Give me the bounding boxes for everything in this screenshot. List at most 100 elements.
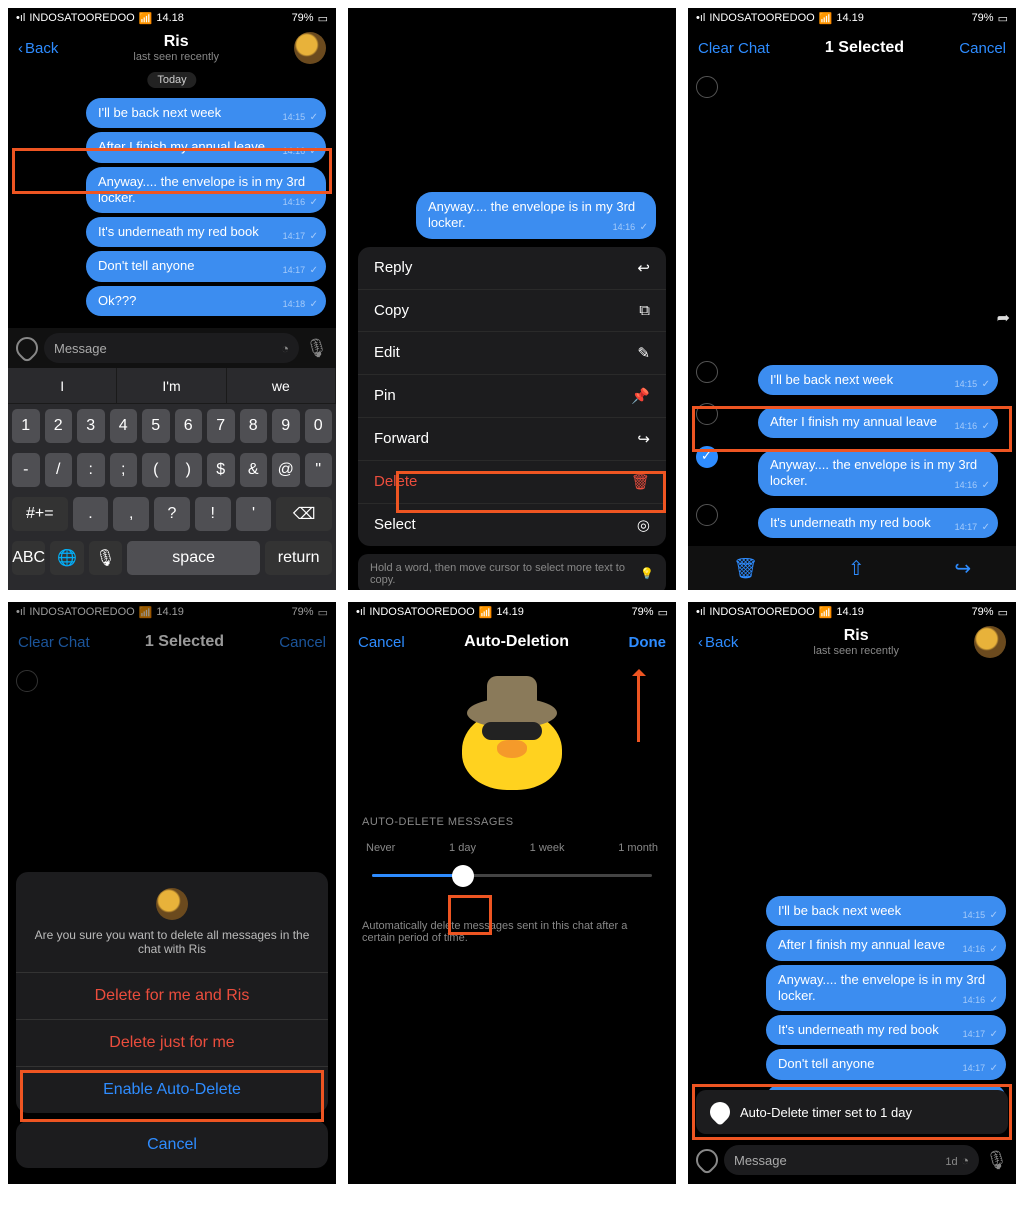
key-globe[interactable]: 🌐 bbox=[50, 541, 83, 575]
avatar[interactable] bbox=[974, 626, 1006, 658]
ctx-copy[interactable]: Copy⧉ bbox=[358, 290, 666, 332]
message-input[interactable]: Message ◔ bbox=[44, 333, 299, 363]
message-bubble[interactable]: I'll be back next week14:15 ✓ bbox=[758, 365, 998, 395]
key[interactable]: ! bbox=[195, 497, 231, 531]
selectable-row[interactable]: It's underneath my red book14:17 ✓ bbox=[688, 502, 1016, 544]
clear-chat-button[interactable]: Clear Chat bbox=[698, 40, 770, 57]
mic-icon[interactable]: 🎙 bbox=[305, 338, 328, 359]
sheet-cancel[interactable]: Cancel bbox=[16, 1121, 328, 1168]
key[interactable]: 5 bbox=[142, 409, 170, 443]
ctx-select[interactable]: Select◎ bbox=[358, 504, 666, 546]
date-divider: Today bbox=[147, 72, 196, 88]
sheet-option[interactable]: Enable Auto-Delete bbox=[16, 1066, 328, 1113]
selectable-row[interactable]: I'll be back next week14:15 ✓ bbox=[688, 359, 1016, 401]
sheet-option[interactable]: Delete just for me bbox=[16, 1019, 328, 1066]
key[interactable]: / bbox=[45, 453, 73, 487]
key[interactable]: 4 bbox=[110, 409, 138, 443]
message-bubble[interactable]: Anyway.... the envelope is in my 3rd loc… bbox=[86, 167, 326, 214]
key[interactable]: 7 bbox=[207, 409, 235, 443]
select-checkbox[interactable] bbox=[696, 76, 718, 98]
message-bubble[interactable]: I'll be back next week14:15 ✓ bbox=[86, 98, 326, 128]
key[interactable]: ? bbox=[154, 497, 190, 531]
select-checkbox[interactable] bbox=[696, 403, 718, 425]
key[interactable]: : bbox=[77, 453, 105, 487]
key[interactable]: ; bbox=[110, 453, 138, 487]
sticker-icon[interactable]: ◔ bbox=[281, 341, 289, 356]
message-bubble[interactable]: Ok???14:18 ✓ bbox=[86, 286, 326, 316]
key-return[interactable]: return bbox=[265, 541, 332, 575]
key[interactable]: 6 bbox=[175, 409, 203, 443]
key[interactable]: , bbox=[113, 497, 149, 531]
key[interactable]: & bbox=[240, 453, 268, 487]
cancel-button[interactable]: Cancel bbox=[358, 634, 405, 651]
message-bubble[interactable]: After I finish my annual leave14:16 ✓ bbox=[758, 407, 998, 437]
cancel-button[interactable]: Cancel bbox=[959, 40, 1006, 57]
key[interactable]: 0 bbox=[305, 409, 333, 443]
suggestion[interactable]: we bbox=[227, 368, 336, 403]
message-input[interactable]: Message 1d ◔ bbox=[724, 1145, 979, 1175]
forward-icon[interactable]: ➦ bbox=[997, 308, 1010, 540]
selectable-row[interactable]: Anyway.... the envelope is in my 3rd loc… bbox=[688, 444, 1016, 503]
attach-icon[interactable] bbox=[11, 332, 42, 363]
attach-icon[interactable] bbox=[691, 1144, 722, 1175]
sticker-icon[interactable]: ◔ bbox=[961, 1153, 969, 1168]
key-abc[interactable]: ABC bbox=[12, 541, 45, 575]
key[interactable]: 1 bbox=[12, 409, 40, 443]
message-bubble[interactable]: After I finish my annual leave14:16 ✓ bbox=[86, 132, 326, 162]
key[interactable]: ) bbox=[175, 453, 203, 487]
message-bubble[interactable]: Don't tell anyone14:17 ✓ bbox=[86, 251, 326, 281]
message-bubble[interactable]: I'll be back next week14:15 ✓ bbox=[766, 896, 1006, 926]
message-bubble[interactable]: Don't tell anyone14:17 ✓ bbox=[766, 1049, 1006, 1079]
toast-notification: Auto-Delete timer set to 1 day bbox=[696, 1090, 1008, 1134]
status-bar: •ılINDOSATOOREDOO📶14.19 79%▭ bbox=[688, 602, 1016, 622]
selectable-row[interactable]: After I finish my annual leave14:16 ✓ bbox=[688, 401, 1016, 443]
select-checkbox[interactable] bbox=[696, 504, 718, 526]
share-icon[interactable]: ⇧ bbox=[848, 556, 865, 581]
ctx-delete[interactable]: Delete🗑 bbox=[358, 461, 666, 504]
message-bubble[interactable]: Anyway.... the envelope is in my 3rd loc… bbox=[758, 450, 998, 497]
message-bubble[interactable]: It's underneath my red book14:17 ✓ bbox=[86, 217, 326, 247]
done-button[interactable]: Done bbox=[629, 634, 667, 651]
selection-count: 1 Selected bbox=[770, 39, 960, 57]
key[interactable]: $ bbox=[207, 453, 235, 487]
key[interactable]: ' bbox=[236, 497, 272, 531]
message-bubble[interactable]: After I finish my annual leave14:16 ✓ bbox=[766, 930, 1006, 960]
reply-icon: ↩ bbox=[637, 259, 650, 277]
back-button[interactable]: ‹Back bbox=[18, 40, 58, 57]
ctx-forward[interactable]: Forward↪ bbox=[358, 418, 666, 461]
chat-title[interactable]: Ris bbox=[58, 33, 294, 51]
select-checkbox[interactable] bbox=[696, 446, 718, 468]
delete-icon[interactable]: 🗑 bbox=[733, 556, 758, 581]
select-checkbox[interactable] bbox=[696, 361, 718, 383]
key[interactable]: 9 bbox=[272, 409, 300, 443]
auto-delete-slider[interactable] bbox=[362, 860, 662, 890]
key[interactable]: 3 bbox=[77, 409, 105, 443]
key[interactable]: 2 bbox=[45, 409, 73, 443]
key[interactable]: ( bbox=[142, 453, 170, 487]
suggestion[interactable]: I bbox=[8, 368, 117, 403]
message-bubble[interactable]: It's underneath my red book14:17 ✓ bbox=[758, 508, 998, 538]
timer-label: 1d bbox=[945, 1156, 957, 1168]
key-space[interactable]: space bbox=[127, 541, 260, 575]
key[interactable]: - bbox=[12, 453, 40, 487]
message-bubble[interactable]: Anyway.... the envelope is in my 3rd loc… bbox=[766, 965, 1006, 1012]
forward-icon[interactable]: ↪ bbox=[954, 556, 971, 581]
message-bubble[interactable]: Anyway.... the envelope is in my 3rd loc… bbox=[416, 192, 656, 239]
mic-icon[interactable]: 🎙 bbox=[985, 1150, 1008, 1171]
key-dictation[interactable]: 🎙 bbox=[89, 541, 122, 575]
key[interactable]: @ bbox=[272, 453, 300, 487]
key[interactable]: 8 bbox=[240, 409, 268, 443]
ctx-reply[interactable]: Reply↩ bbox=[358, 247, 666, 290]
key[interactable]: " bbox=[305, 453, 333, 487]
ctx-pin[interactable]: Pin📌 bbox=[358, 375, 666, 418]
key[interactable]: . bbox=[73, 497, 109, 531]
lightbulb-icon: 💡 bbox=[640, 567, 654, 580]
message-bubble[interactable]: It's underneath my red book14:17 ✓ bbox=[766, 1015, 1006, 1045]
ctx-edit[interactable]: Edit✎ bbox=[358, 332, 666, 375]
sheet-option[interactable]: Delete for me and Ris bbox=[16, 972, 328, 1019]
suggestion[interactable]: I'm bbox=[117, 368, 226, 403]
keyboard[interactable]: II'mwe 1234567890 -/:;()$&@" #+=.,?!'⌫ A… bbox=[8, 368, 336, 590]
avatar[interactable] bbox=[294, 32, 326, 64]
back-button[interactable]: ‹Back bbox=[698, 634, 738, 651]
navbar: ‹Back Rislast seen recently bbox=[688, 622, 1016, 662]
